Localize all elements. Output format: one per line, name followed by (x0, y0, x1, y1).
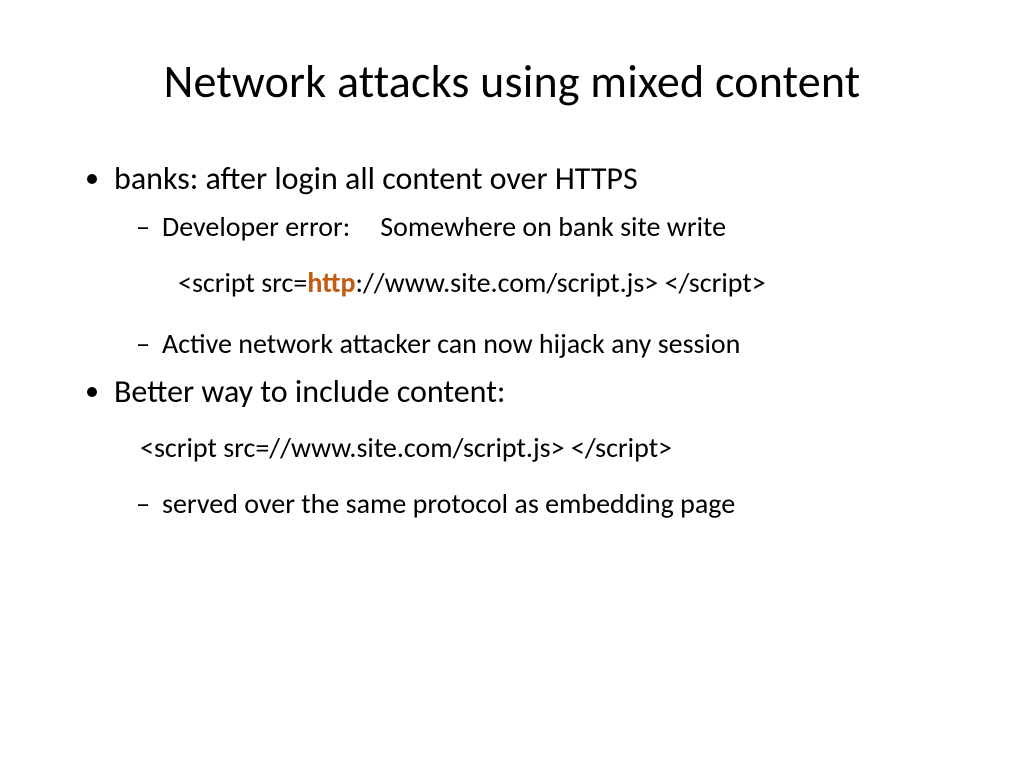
bullet-1-sublist-2: Active network attacker can now hijack a… (114, 326, 956, 362)
code2-text: <script src=//www.site.com/script.js> </… (140, 430, 672, 465)
bullet-1-text: banks: after login all content over HTTP… (114, 159, 638, 198)
code1-pre: <script src= (178, 265, 307, 300)
bullet-2-sublist: served over the same protocol as embeddi… (114, 486, 956, 522)
dev-error-rest: Somewhere on bank site write (380, 209, 726, 244)
bullet-2-sub-1-text: served over the same protocol as embeddi… (162, 486, 735, 521)
bullet-1-sublist: Developer error: Somewhere on bank site w… (114, 209, 956, 245)
code-example-2: <script src=//www.site.com/script.js> </… (114, 430, 956, 466)
bullet-1-sub-1: Developer error: Somewhere on bank site w… (136, 209, 956, 245)
slide: Network attacks using mixed content bank… (0, 0, 1024, 768)
bullet-2-sub-1: served over the same protocol as embeddi… (136, 486, 956, 522)
bullet-1-sub-2: Active network attacker can now hijack a… (136, 326, 956, 362)
bullet-2-text: Better way to include content: (114, 372, 505, 411)
code1-highlight: http (307, 265, 355, 300)
bullet-1: banks: after login all content over HTTP… (114, 159, 956, 362)
bullet-2: Better way to include content: <script s… (114, 372, 956, 523)
dev-error-label: Developer error: (162, 209, 350, 244)
bullet-1-sub-2-text: Active network attacker can now hijack a… (162, 326, 740, 361)
code1-post: ://www.site.com/script.js> </script> (355, 265, 765, 300)
slide-title: Network attacks using mixed content (68, 56, 956, 109)
bullet-list: banks: after login all content over HTTP… (68, 159, 956, 523)
code-example-1: <script src=http://www.site.com/script.j… (114, 265, 956, 301)
